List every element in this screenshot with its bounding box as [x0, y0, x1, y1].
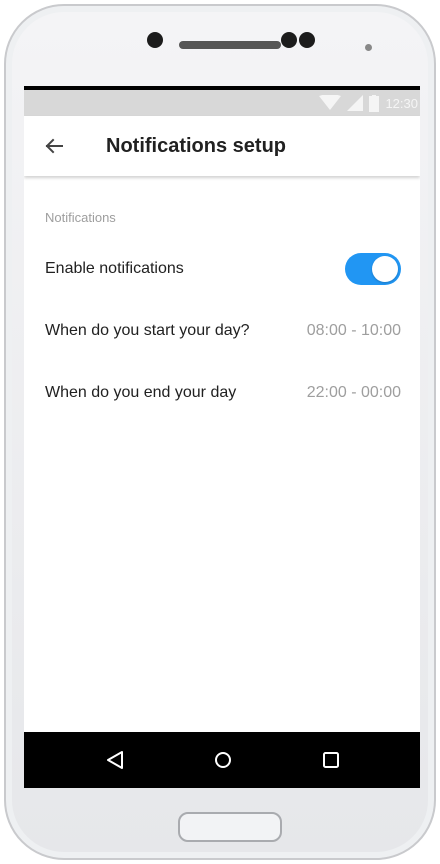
page-title: Notifications setup: [106, 135, 287, 157]
status-bar: 12:30: [24, 86, 420, 116]
sensor-dot-icon: [281, 32, 297, 48]
toggle-knob: [372, 256, 398, 282]
front-camera-icon: [147, 32, 163, 48]
settings-content: Notifications Enable notifications When …: [24, 176, 420, 732]
end-day-row[interactable]: When do you end your day 22:00 - 00:00: [24, 370, 420, 416]
battery-icon: [369, 94, 380, 112]
enable-notifications-toggle[interactable]: [345, 253, 401, 285]
section-header: Notifications: [45, 210, 116, 225]
device-screen: 12:30 Notifications setup Notifications …: [24, 86, 420, 788]
hardware-home-button[interactable]: [178, 812, 282, 842]
end-day-label: When do you end your day: [45, 384, 237, 401]
cell-signal-icon: [347, 95, 364, 111]
proximity-sensor-icon: [365, 44, 372, 51]
sensor-dot-icon: [299, 32, 315, 48]
system-nav-bar: [24, 732, 420, 788]
wifi-icon: [319, 95, 342, 110]
earpiece-speaker: [179, 41, 281, 49]
app-bar: Notifications setup: [24, 116, 420, 176]
square-recents-icon[interactable]: [317, 746, 345, 774]
arrow-back-icon[interactable]: [40, 132, 68, 160]
circle-home-icon[interactable]: [209, 746, 237, 774]
start-day-label: When do you start your day?: [45, 322, 250, 339]
start-day-row[interactable]: When do you start your day? 08:00 - 10:0…: [24, 308, 420, 354]
status-time: 12:30: [385, 95, 418, 111]
end-day-value: 22:00 - 00:00: [306, 384, 401, 401]
start-day-value: 08:00 - 10:00: [306, 322, 401, 339]
triangle-back-icon[interactable]: [101, 746, 129, 774]
enable-notifications-row[interactable]: Enable notifications: [24, 246, 420, 292]
enable-notifications-label: Enable notifications: [45, 260, 184, 277]
